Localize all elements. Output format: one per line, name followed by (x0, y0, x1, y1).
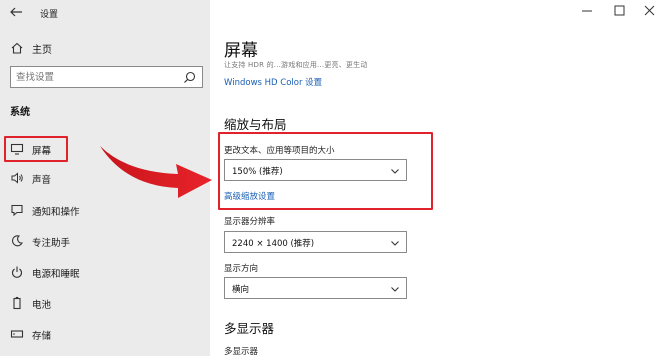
sidebar-item-power[interactable]: 电源和睡眠 (0, 262, 210, 282)
battery-icon (13, 296, 21, 310)
orientation-dropdown[interactable]: 横向 (224, 277, 407, 299)
scale-dropdown[interactable]: 150% (推荐) (224, 159, 407, 181)
scale-layout-heading: 缩放与布局 (224, 117, 287, 132)
resolution-dropdown[interactable]: 2240 × 1400 (推荐) (224, 231, 407, 253)
search-box[interactable] (10, 66, 203, 88)
moon-icon (12, 235, 23, 247)
windows-hd-color-link[interactable]: Windows HD Color 设置 (224, 76, 322, 88)
sidebar-item-label: 电源和睡眠 (32, 269, 80, 280)
sidebar-item-label: 声音 (32, 175, 52, 186)
multi-display-label: 多显示器 (224, 347, 259, 356)
sidebar-item-label: 电池 (32, 300, 52, 311)
section-title: 系统 (10, 107, 30, 118)
orientation-label: 显示方向 (224, 264, 259, 274)
sidebar-item-focus-assist[interactable]: 专注助手 (0, 231, 210, 251)
scale-label: 更改文本、应用等项目的大小 (224, 146, 335, 156)
search-input[interactable] (16, 70, 176, 84)
sidebar-item-home[interactable]: 主页 (10, 40, 200, 56)
resolution-label: 显示器分辨率 (224, 217, 276, 227)
sidebar-item-label: 通知和操作 (32, 207, 80, 218)
chevron-down-icon (391, 169, 399, 174)
minimize-icon[interactable] (572, 2, 602, 20)
chevron-down-icon (391, 241, 399, 246)
back-button[interactable] (6, 2, 28, 22)
advanced-scaling-link[interactable]: 高级缩放设置 (224, 190, 275, 202)
hdr-description: 让支持 HDR 的...游戏和应用...更亮、更生动 (224, 61, 368, 69)
orientation-value: 横向 (232, 285, 250, 295)
sidebar-item-battery[interactable]: 电池 (0, 293, 210, 313)
storage-icon (10, 330, 24, 338)
title-bar: 设置 (0, 0, 210, 26)
home-icon (11, 42, 23, 54)
back-arrow-icon (10, 7, 22, 17)
annotation-arrow (100, 146, 212, 198)
search-icon[interactable] (183, 71, 196, 84)
main-content: 屏幕 让支持 HDR 的...游戏和应用...更亮、更生动 Windows HD… (210, 0, 664, 356)
sidebar-item-label: 专注助手 (32, 238, 71, 249)
chevron-down-icon (391, 287, 399, 292)
sidebar-item-label: 主页 (32, 45, 52, 56)
multi-display-heading: 多显示器 (224, 321, 275, 336)
sidebar-item-storage[interactable]: 存储 (0, 324, 210, 344)
maximize-icon[interactable] (604, 2, 634, 20)
close-icon[interactable] (634, 2, 664, 20)
speaker-icon (11, 172, 23, 184)
app-title: 设置 (40, 10, 59, 20)
scale-value: 150% (推荐) (232, 167, 283, 177)
sidebar-item-label: 存储 (32, 331, 52, 342)
resolution-value: 2240 × 1400 (推荐) (232, 239, 315, 249)
highlight-box-display (4, 136, 68, 162)
page-title: 屏幕 (224, 41, 258, 61)
power-icon (12, 266, 22, 278)
notification-icon (11, 204, 23, 217)
